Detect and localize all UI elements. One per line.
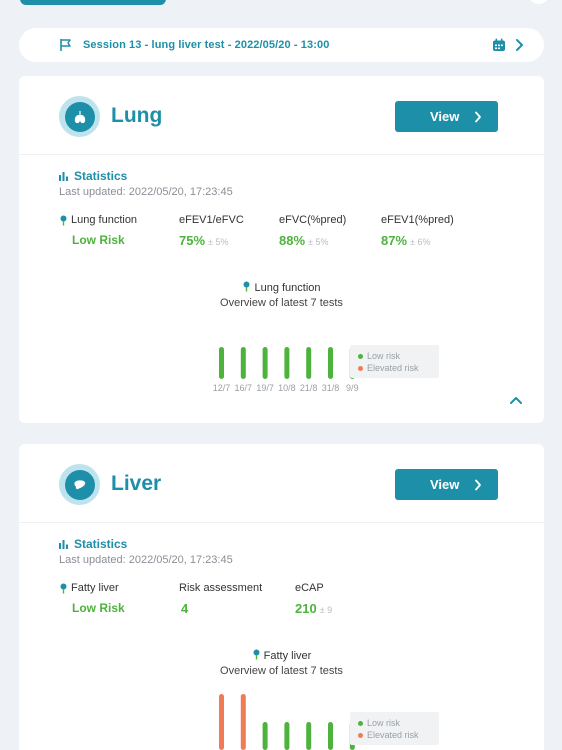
metric-value: 4 xyxy=(181,601,189,616)
session-selector[interactable]: Session 13 - lung liver test - 2022/05/2… xyxy=(19,28,544,62)
chart-bar xyxy=(240,694,246,750)
metric-label: Risk assessment xyxy=(179,582,263,594)
x-tick-label: 9/9 xyxy=(346,383,359,393)
x-tick-label: 12/7 xyxy=(213,383,231,393)
chart-bar xyxy=(284,347,290,379)
liver-title: Liver xyxy=(111,472,162,495)
chevron-up-icon[interactable] xyxy=(509,392,523,410)
chevron-right-icon xyxy=(474,479,482,494)
liver-last-updated: Last updated: 2022/05/20, 17:23:45 xyxy=(59,554,233,566)
lung-last-updated: Last updated: 2022/05/20, 17:23:45 xyxy=(59,186,233,198)
session-label: Session 13 - lung liver test - 2022/05/2… xyxy=(83,39,330,51)
x-tick-label: 31/8 xyxy=(322,383,340,393)
liver-risk-value: Low Risk xyxy=(72,601,125,615)
metric-value: 88% ± 5% xyxy=(279,233,329,248)
chart-bar xyxy=(284,722,290,750)
view-button-label: View xyxy=(430,109,460,124)
x-tick-label: 10/8 xyxy=(278,383,296,393)
liver-icon xyxy=(253,649,260,660)
chart-bar xyxy=(219,694,224,750)
chart-bar xyxy=(306,722,312,750)
metric-label: eCAP xyxy=(295,582,324,594)
metric-value: 87% ± 6% xyxy=(381,233,431,248)
top-tab-button[interactable] xyxy=(20,0,166,5)
lung-card: Lung View Statistics Last updated: 2022/… xyxy=(19,76,544,423)
lung-card-header: Lung View xyxy=(19,76,544,155)
metric-label: eFVC(%pred) xyxy=(279,214,347,226)
fatty-liver-chart xyxy=(219,694,355,750)
lungs-icon xyxy=(243,281,250,292)
lung-function-label: Lung function xyxy=(59,214,137,226)
lung-function-chart: 12/7 16/7 19/7 10/8 21/8 31/8 9/9 xyxy=(213,347,359,393)
calendar-icon[interactable] xyxy=(492,38,506,57)
liver-icon xyxy=(59,464,100,505)
legend-elevated: Elevated risk xyxy=(367,730,419,740)
chart-bar xyxy=(219,347,224,379)
fatty-liver-label: Fatty liver xyxy=(59,582,119,594)
bar-chart-icon xyxy=(59,540,68,549)
metric-value: 75% ± 5% xyxy=(179,233,229,248)
lungs-icon xyxy=(59,96,100,137)
chevron-right-icon[interactable] xyxy=(515,38,524,57)
lungs-icon xyxy=(60,215,67,225)
chart-bar xyxy=(262,347,268,379)
x-tick-label: 21/8 xyxy=(300,383,318,393)
legend-low: Low risk xyxy=(367,718,401,728)
low-risk-dot xyxy=(358,353,363,359)
metric-label: eFEV1(%pred) xyxy=(381,214,454,226)
chart-bar xyxy=(306,347,312,379)
liver-card-header: Liver View xyxy=(19,444,544,523)
lung-title: Lung xyxy=(111,104,163,127)
liver-icon xyxy=(60,583,67,593)
chart-bar xyxy=(262,722,268,750)
liver-chart-subtitle: Overview of latest 7 tests xyxy=(220,665,343,677)
chart-bar xyxy=(240,347,246,379)
elevated-risk-dot xyxy=(358,365,363,371)
lung-view-button[interactable]: View xyxy=(395,101,498,132)
metric-label: eFEV1/eFVC xyxy=(179,214,244,226)
lung-chart-title: Lung function xyxy=(19,281,544,294)
liver-card: Liver View Statistics Last updated: 2022… xyxy=(19,444,544,750)
legend-low: Low risk xyxy=(367,351,401,361)
chart-bar xyxy=(328,347,333,379)
legend-elevated: Elevated risk xyxy=(367,363,419,373)
chevron-right-icon xyxy=(474,111,482,126)
lung-chart-subtitle: Overview of latest 7 tests xyxy=(220,297,343,309)
elevated-risk-dot xyxy=(358,732,363,738)
liver-statistics-heading: Statistics xyxy=(59,537,127,551)
flag-icon xyxy=(59,38,72,57)
liver-view-button[interactable]: View xyxy=(395,469,498,500)
x-tick-label: 19/7 xyxy=(256,383,274,393)
view-button-label: View xyxy=(430,477,460,492)
chart-bar xyxy=(328,722,333,750)
lung-chart-legend: Low risk Elevated risk xyxy=(350,345,439,378)
metric-value: 210 ± 9 xyxy=(295,601,333,616)
liver-chart-title: Fatty liver xyxy=(19,649,544,662)
lung-risk-value: Low Risk xyxy=(72,233,125,247)
bar-chart-icon xyxy=(59,172,68,181)
low-risk-dot xyxy=(358,720,363,726)
lung-statistics-heading: Statistics xyxy=(59,169,127,183)
liver-chart-legend: Low risk Elevated risk xyxy=(350,712,439,745)
top-right-button[interactable] xyxy=(528,0,550,4)
x-tick-label: 16/7 xyxy=(235,383,253,393)
